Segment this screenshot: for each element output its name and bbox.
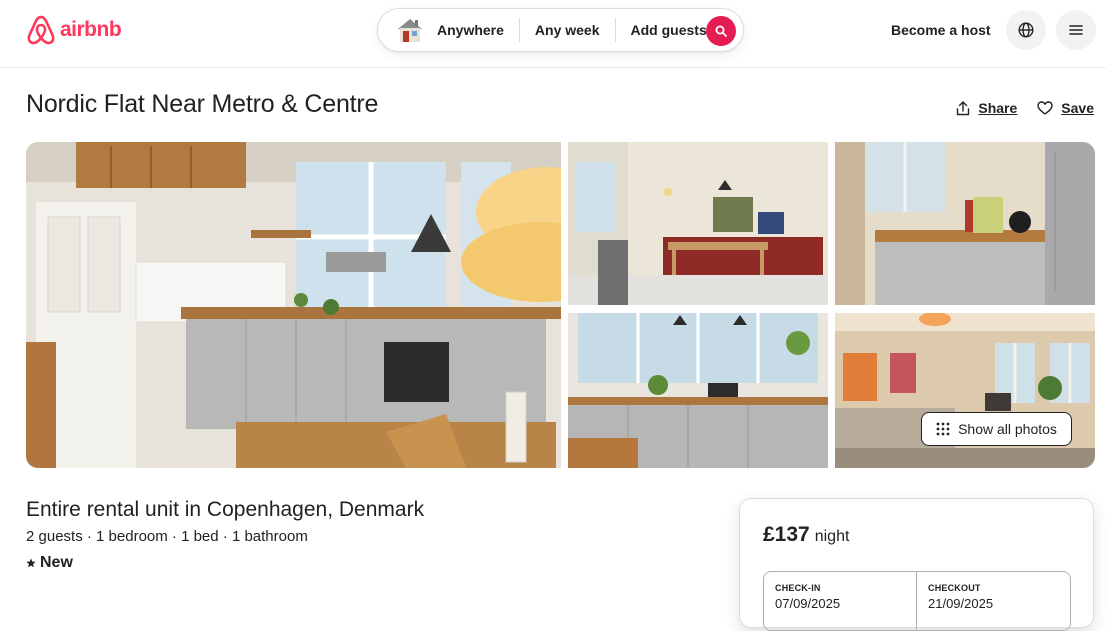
- checkout-value: 21/09/2025: [928, 596, 994, 611]
- globe-icon: [1018, 22, 1034, 38]
- save-label: Save: [1061, 100, 1094, 116]
- top-header: airbnb Anywhere Any week Add guests Beco…: [0, 0, 1106, 68]
- price-unit: night: [814, 528, 850, 545]
- menu-icon: [1069, 25, 1083, 35]
- new-badge-label: New: [40, 554, 73, 571]
- checkin-field[interactable]: CHECK-IN 07/09/2025: [764, 572, 917, 630]
- share-icon: [957, 100, 970, 115]
- gallery-photo-kitchen[interactable]: [568, 313, 828, 468]
- listing-details: 2 guests · 1 bedroom · 1 bed · 1 bathroo…: [26, 528, 308, 545]
- become-host-link[interactable]: Become a host: [880, 20, 1002, 40]
- main-menu-button[interactable]: [1056, 10, 1096, 50]
- house-icon: [398, 19, 422, 42]
- search-where[interactable]: Anywhere: [431, 19, 519, 41]
- gallery-photo-counter[interactable]: [835, 142, 1095, 305]
- search-button[interactable]: [706, 16, 736, 46]
- save-button[interactable]: Save: [1037, 100, 1094, 116]
- checkin-value: 07/09/2025: [775, 596, 841, 611]
- price: £137 night: [763, 523, 849, 547]
- gallery-photo-dining[interactable]: [568, 142, 828, 305]
- search-icon: [715, 25, 727, 37]
- new-badge: New: [26, 554, 73, 572]
- show-all-photos-button[interactable]: Show all photos: [921, 412, 1072, 446]
- share-label: Share: [978, 100, 1018, 116]
- grid-dots-icon: [936, 422, 950, 436]
- date-picker[interactable]: CHECK-IN 07/09/2025 CHECKOUT 21/09/2025: [763, 571, 1071, 631]
- airbnb-logo[interactable]: airbnb: [26, 14, 122, 46]
- listing-type: Entire rental unit in Copenhagen, Denmar…: [26, 498, 425, 521]
- listing-actions: Share Save: [956, 100, 1094, 116]
- share-button[interactable]: Share: [956, 100, 1017, 116]
- search-when[interactable]: Any week: [520, 19, 615, 41]
- search-bar[interactable]: Anywhere Any week Add guests: [377, 8, 744, 52]
- show-all-photos-label: Show all photos: [958, 421, 1057, 437]
- checkout-label: CHECKOUT: [928, 583, 981, 593]
- heart-icon: [1037, 101, 1053, 115]
- language-button[interactable]: [1006, 10, 1046, 50]
- checkin-label: CHECK-IN: [775, 583, 821, 593]
- star-icon: [26, 558, 36, 568]
- booking-card: £137 night CHECK-IN 07/09/2025 CHECKOUT …: [739, 498, 1094, 631]
- brand-name: airbnb: [60, 18, 122, 41]
- checkout-field[interactable]: CHECKOUT 21/09/2025: [917, 572, 1070, 630]
- listing-title: Nordic Flat Near Metro & Centre: [26, 90, 379, 118]
- price-amount: £137: [763, 523, 810, 546]
- main-photo[interactable]: [26, 142, 561, 468]
- airbnb-logo-icon: [27, 15, 55, 45]
